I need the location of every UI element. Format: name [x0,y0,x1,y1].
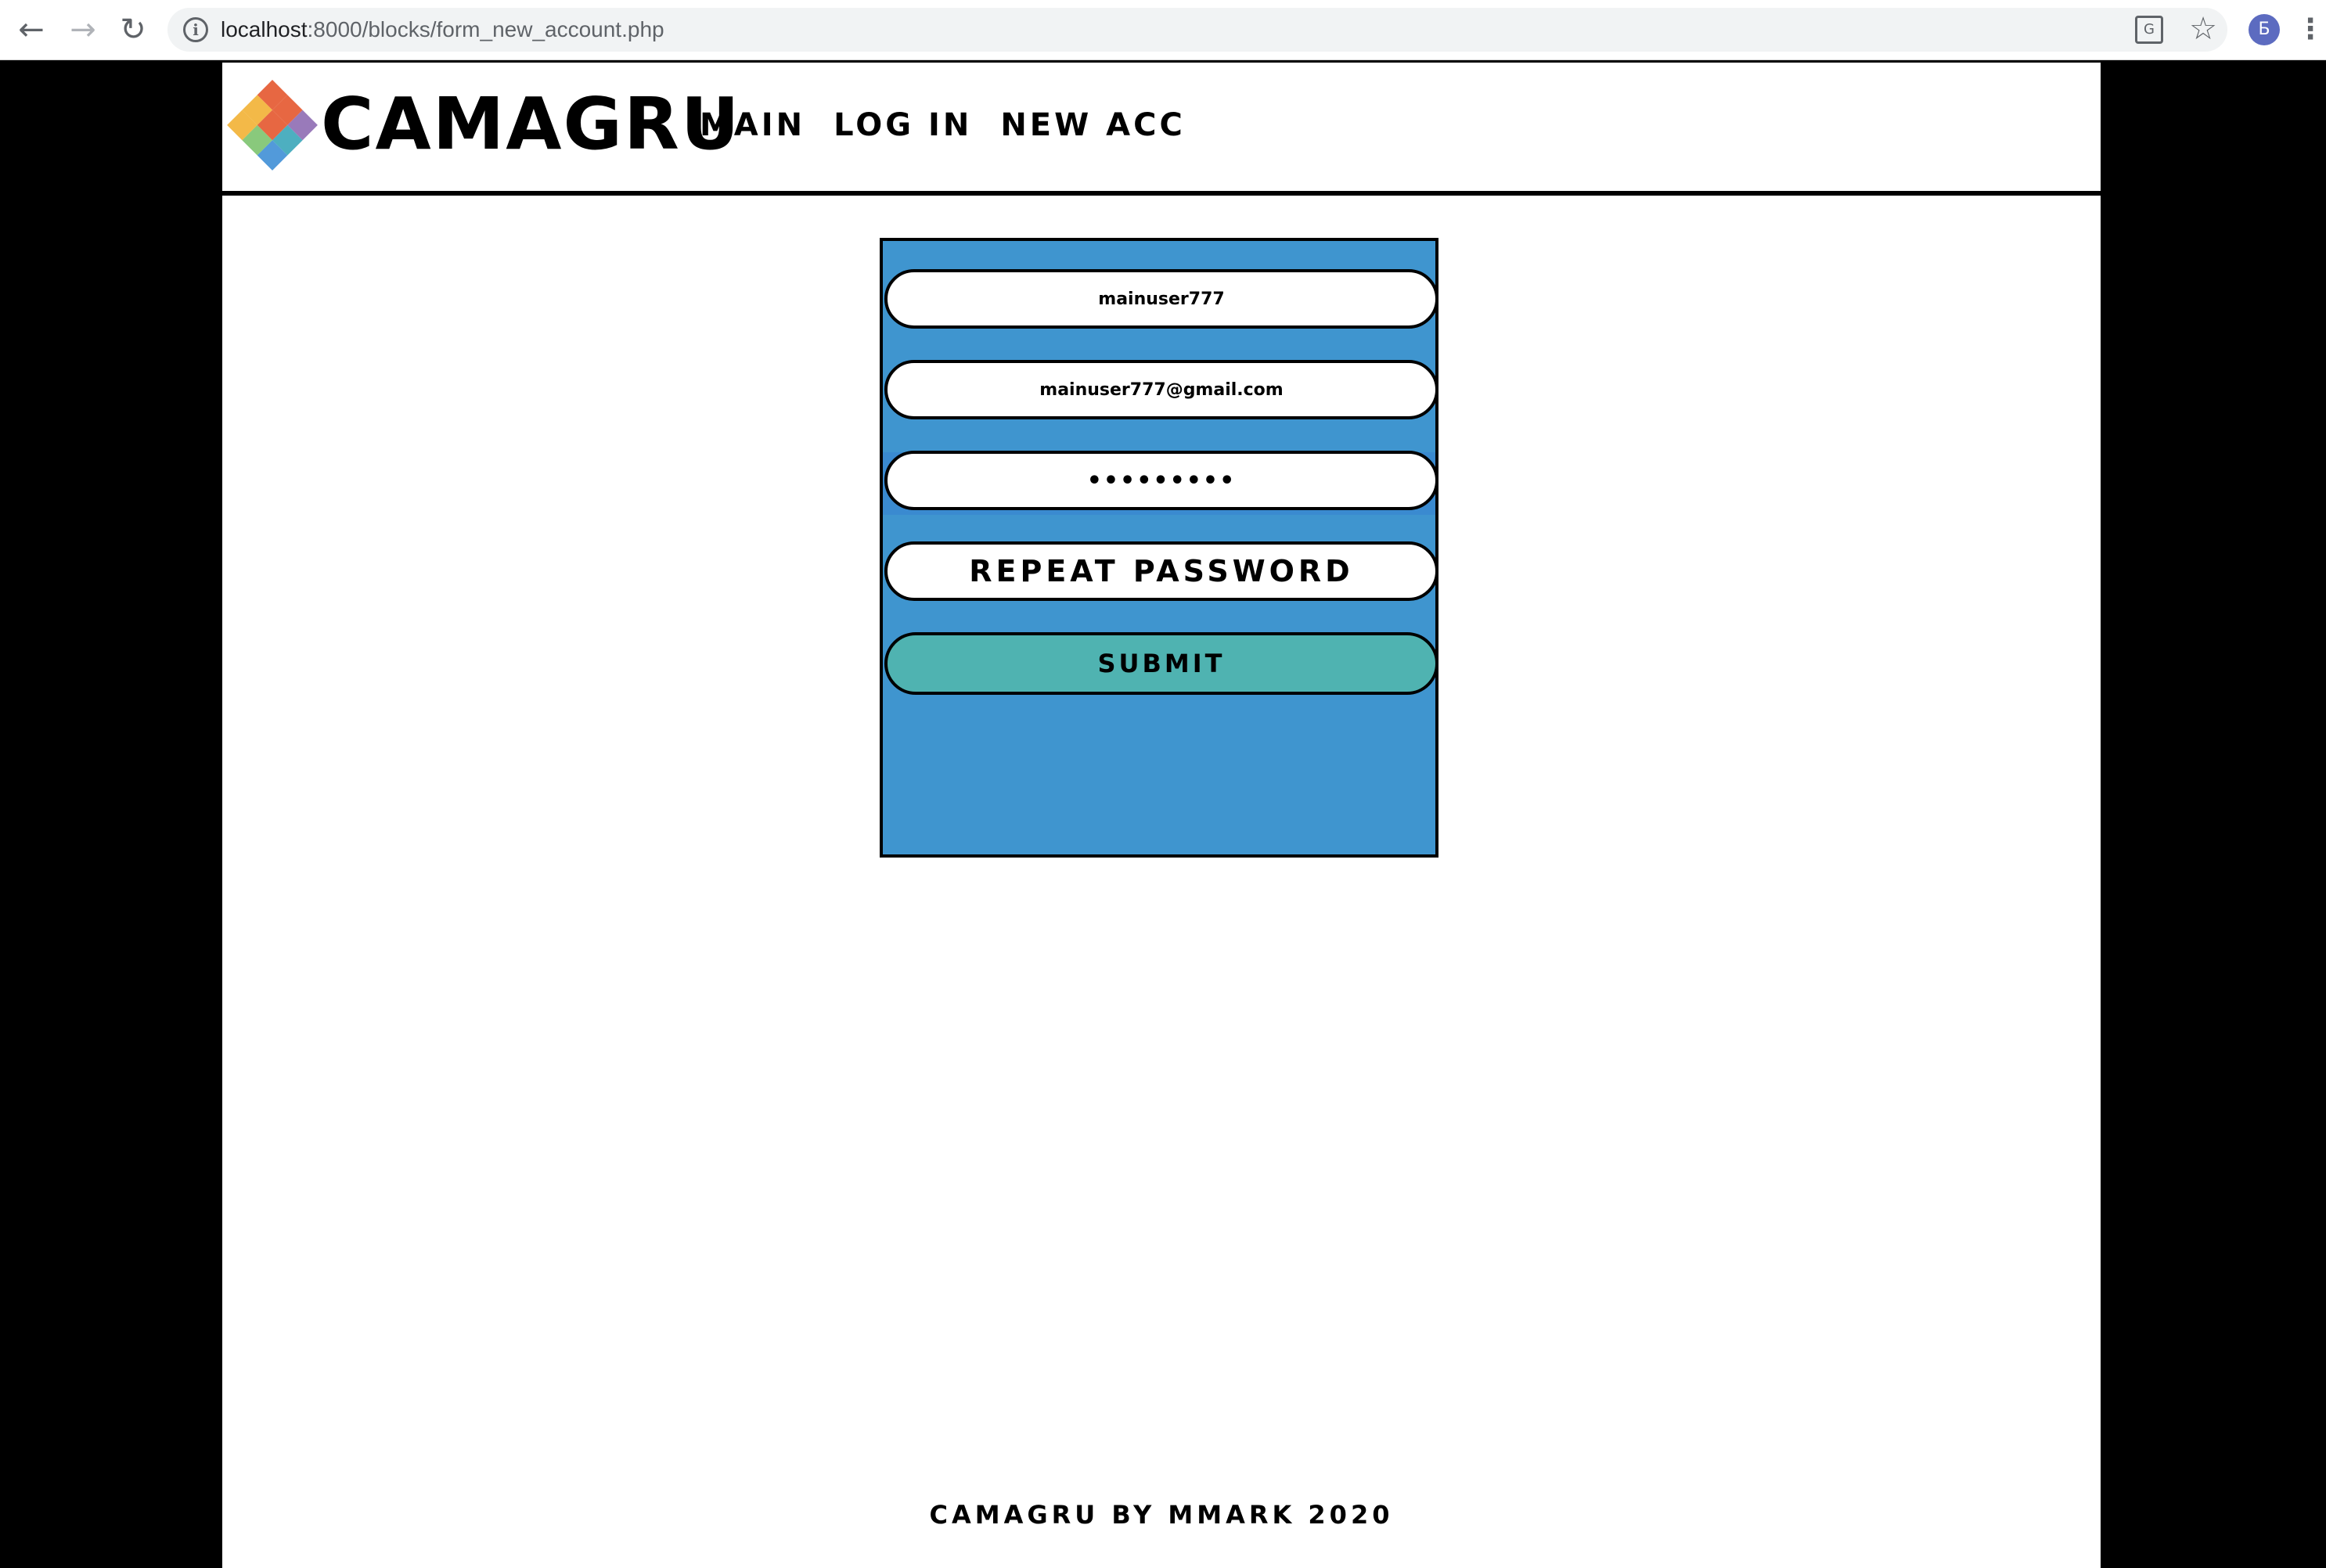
login-input[interactable] [884,269,1438,329]
nav-login-link[interactable]: LOG IN [834,100,972,150]
page-content: CAMAGRU MAIN LOG IN NEW ACC SUBMIT CAMAG… [222,63,2101,1568]
reload-icon[interactable]: ↻ [113,9,153,50]
translate-icon[interactable]: G [2135,16,2163,44]
profile-avatar[interactable]: Б [2249,14,2280,45]
address-bar[interactable]: i localhost:8000/blocks/form_new_account… [167,8,2227,52]
password-input[interactable] [884,451,1438,510]
info-icon[interactable]: i [183,17,208,42]
main-nav: MAIN LOG IN NEW ACC [700,100,1186,150]
camagru-logo-icon[interactable] [227,80,318,171]
nav-main-link[interactable]: MAIN [700,100,805,150]
bookmark-star-icon[interactable]: ☆ [2184,9,2223,49]
submit-button[interactable]: SUBMIT [884,632,1438,695]
back-arrow-icon[interactable]: ← [11,9,52,50]
site-footer: CAMAGRU BY MMARK 2020 [929,1500,1394,1530]
url-path: :8000/blocks/form_new_account.php [307,17,664,41]
url-text[interactable]: localhost:8000/blocks/form_new_account.p… [221,8,664,52]
url-host: localhost [221,17,308,41]
site-header: CAMAGRU MAIN LOG IN NEW ACC [222,63,2101,196]
repeat-password-input[interactable] [884,541,1438,601]
email-input[interactable] [884,360,1438,419]
site-logo-text[interactable]: CAMAGRU [321,81,741,167]
nav-new-account-link[interactable]: NEW ACC [1000,100,1186,150]
browser-toolbar: ← → ↻ i localhost:8000/blocks/form_new_a… [0,0,2326,60]
browser-menu-icon[interactable]: ⋮ [2296,13,2324,47]
new-account-form: SUBMIT [880,238,1438,858]
forward-arrow-icon[interactable]: → [63,9,103,50]
